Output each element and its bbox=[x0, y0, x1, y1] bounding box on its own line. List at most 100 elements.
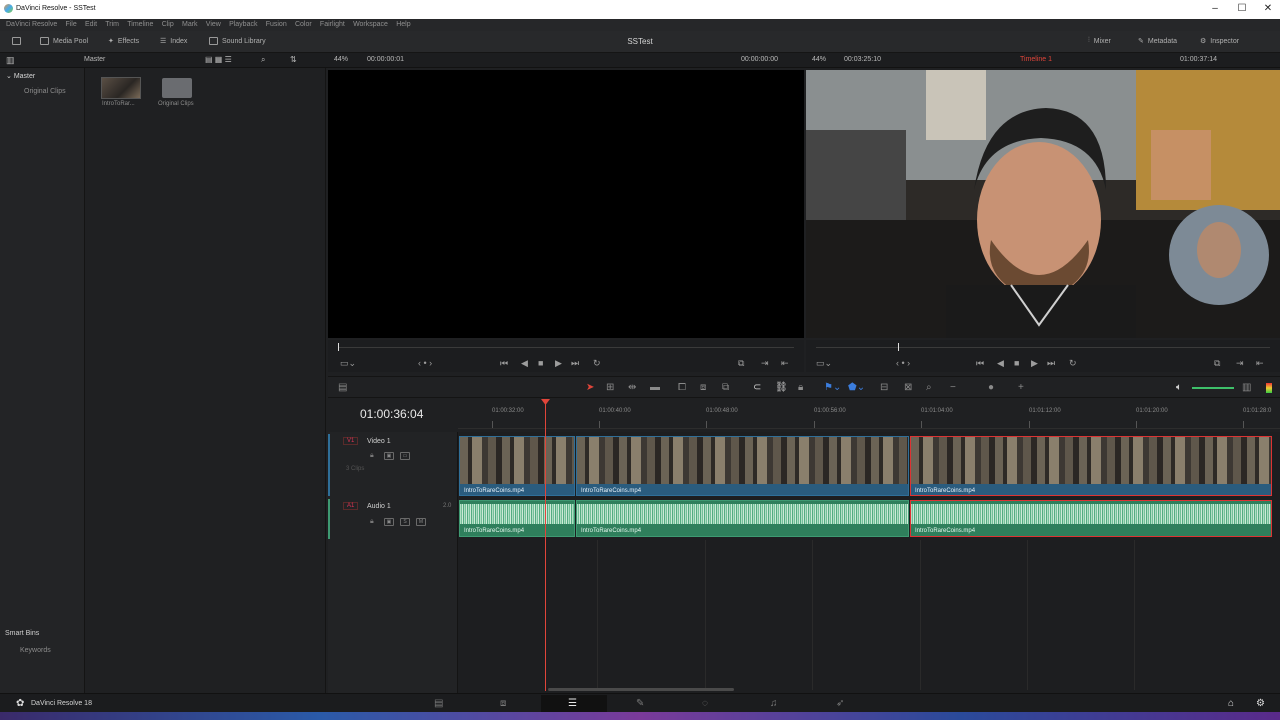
timeline-zoom[interactable]: 44% bbox=[812, 56, 826, 63]
mute-button[interactable]: M bbox=[416, 518, 426, 526]
audio-track-tag[interactable]: A1 bbox=[343, 502, 359, 510]
view-mode-icons[interactable]: ▤ ▦ ☰ bbox=[205, 55, 232, 64]
audio-clip[interactable]: IntroToRareCoins.mp4 bbox=[576, 500, 909, 537]
dynamic-trim-icon[interactable]: ⇹ bbox=[628, 382, 636, 393]
clip-thumbnail[interactable] bbox=[101, 77, 141, 99]
auto-select-icon[interactable]: ▣ bbox=[384, 518, 394, 526]
menu-fairlight[interactable]: Fairlight bbox=[320, 19, 345, 31]
menu-file[interactable]: File bbox=[65, 19, 76, 31]
monitor-icon[interactable] bbox=[12, 37, 21, 45]
smart-bin-keywords[interactable]: Keywords bbox=[20, 647, 51, 654]
menu-playback[interactable]: Playback bbox=[229, 19, 257, 31]
media-pool-button[interactable]: Media Pool bbox=[40, 37, 88, 45]
minimize-icon[interactable]: – bbox=[1202, 2, 1228, 16]
go-to-start-icon[interactable]: ⏮ bbox=[500, 358, 508, 369]
menu-color[interactable]: Color bbox=[295, 19, 312, 31]
menu-workspace[interactable]: Workspace bbox=[353, 19, 388, 31]
color-page-icon[interactable]: ◌ bbox=[702, 698, 708, 709]
timeline-scrubber[interactable] bbox=[806, 340, 1280, 354]
zoom-in-icon[interactable]: + bbox=[1018, 382, 1024, 393]
sound-library-button[interactable]: Sound Library bbox=[209, 37, 266, 45]
zoom-detail-icon[interactable]: ⊠ bbox=[904, 382, 912, 393]
menu-timeline[interactable]: Timeline bbox=[127, 19, 153, 31]
mark-in-icon[interactable]: ⇥ bbox=[761, 358, 769, 369]
home-icon[interactable]: ⌂ bbox=[1228, 698, 1234, 709]
play-reverse-icon[interactable]: ◀ bbox=[997, 358, 1004, 369]
audio-clip-selected[interactable]: IntroToRareCoins.mp4 bbox=[910, 500, 1272, 537]
menu-trim[interactable]: Trim bbox=[105, 19, 119, 31]
stop-icon[interactable]: ■ bbox=[538, 358, 543, 368]
index-button[interactable]: ☰ Index bbox=[160, 37, 187, 46]
marker-icon[interactable]: ⬟⌄ bbox=[848, 382, 865, 393]
timeline-view-icon[interactable]: ▤ bbox=[338, 382, 347, 393]
mark-in-icon[interactable]: ⇥ bbox=[1236, 358, 1244, 369]
viewer-options-icon[interactable]: ▭⌄ bbox=[816, 358, 832, 369]
video-track-tag[interactable]: V1 bbox=[343, 437, 359, 445]
play-icon[interactable]: ▶ bbox=[1031, 358, 1038, 369]
effects-button[interactable]: ✦ Effects bbox=[108, 37, 139, 46]
match-frame-icon[interactable]: ⧉ bbox=[1214, 358, 1220, 369]
menu-view[interactable]: View bbox=[206, 19, 221, 31]
go-to-start-icon[interactable]: ⏮ bbox=[976, 358, 984, 369]
fusion-page-icon[interactable]: ✎ bbox=[636, 698, 644, 709]
go-to-end-icon[interactable]: ⏭ bbox=[1047, 358, 1055, 369]
settings-gear-icon[interactable]: ⚙ bbox=[1256, 698, 1265, 709]
match-frame-icon[interactable]: ⧉ bbox=[738, 358, 744, 369]
auto-select-icon[interactable]: ▣ bbox=[384, 452, 394, 460]
menu-mark[interactable]: Mark bbox=[182, 19, 198, 31]
menu-clip[interactable]: Clip bbox=[162, 19, 174, 31]
jog-icon[interactable]: ‹ • › bbox=[418, 358, 432, 368]
video-clip[interactable]: IntroToRareCoins.mp4 bbox=[576, 436, 909, 496]
search-icon[interactable]: ⌕ bbox=[261, 55, 265, 65]
insert-clip-icon[interactable]: ⧠ bbox=[678, 382, 686, 393]
menu-edit[interactable]: Edit bbox=[85, 19, 97, 31]
media-page-icon[interactable]: ▤ bbox=[434, 698, 443, 709]
timeline-current-timecode[interactable]: 01:00:36:04 bbox=[360, 407, 423, 421]
lock-track-icon[interactable]: 🔒︎ bbox=[370, 452, 374, 460]
lock-icon[interactable]: 🔒︎ bbox=[798, 382, 803, 393]
source-viewer[interactable] bbox=[328, 70, 804, 338]
timeline-name[interactable]: Timeline 1 bbox=[1020, 56, 1052, 63]
timeline-viewer[interactable] bbox=[806, 70, 1280, 338]
go-to-end-icon[interactable]: ⏭ bbox=[571, 358, 579, 369]
disable-track-icon[interactable]: ▭ bbox=[400, 452, 410, 460]
close-icon[interactable]: ✕ bbox=[1255, 2, 1280, 16]
menu-fusion[interactable]: Fusion bbox=[266, 19, 287, 31]
menu-davinci[interactable]: DaVinci Resolve bbox=[6, 19, 57, 31]
inspector-button[interactable]: ⚙ Inspector bbox=[1200, 37, 1239, 46]
timeline-ruler[interactable]: 01:00:32:00 01:00:40:00 01:00:48:00 01:0… bbox=[458, 399, 1280, 429]
bin-master[interactable]: ⌄ Master bbox=[6, 72, 35, 80]
maximize-icon[interactable]: ☐ bbox=[1229, 2, 1255, 16]
overwrite-clip-icon[interactable]: ⧈ bbox=[700, 382, 706, 393]
cut-page-icon[interactable]: ⧈ bbox=[500, 698, 506, 709]
metadata-button[interactable]: ✎ Metadata bbox=[1138, 37, 1177, 46]
viewer-options-icon[interactable]: ▭⌄ bbox=[340, 358, 356, 369]
solo-button[interactable]: S bbox=[400, 518, 410, 526]
stop-icon[interactable]: ■ bbox=[1014, 358, 1019, 368]
mark-out-icon[interactable]: ⇤ bbox=[781, 358, 789, 369]
snapping-icon[interactable]: ⊂ bbox=[753, 382, 761, 393]
jog-icon[interactable]: ‹ • › bbox=[896, 358, 910, 368]
replace-clip-icon[interactable]: ⧉ bbox=[722, 382, 729, 393]
trim-tool-icon[interactable]: ⊞ bbox=[606, 382, 614, 393]
bin-original-clips[interactable]: Original Clips bbox=[24, 88, 66, 95]
menu-help[interactable]: Help bbox=[396, 19, 410, 31]
fairlight-page-icon[interactable]: ♫ bbox=[770, 698, 778, 709]
folder-icon[interactable] bbox=[162, 78, 192, 98]
zoom-slider-handle[interactable]: ● bbox=[988, 382, 994, 393]
mixer-button[interactable]: ⫶ Mixer bbox=[1088, 37, 1111, 45]
play-reverse-icon[interactable]: ◀ bbox=[521, 358, 528, 369]
video-clip-selected[interactable]: IntroToRareCoins.mp4 bbox=[910, 436, 1272, 496]
playhead[interactable] bbox=[545, 400, 546, 691]
zoom-full-icon[interactable]: ⊟ bbox=[880, 382, 888, 393]
panel-toggle-icon[interactable]: ▥ bbox=[6, 55, 15, 66]
loop-icon[interactable]: ↻ bbox=[593, 358, 601, 369]
lock-track-icon[interactable]: 🔒︎ bbox=[370, 518, 374, 526]
audio-meter-icon[interactable]: ▥ bbox=[1242, 382, 1251, 393]
selection-tool-icon[interactable]: ➤ bbox=[586, 382, 594, 393]
loop-icon[interactable]: ↻ bbox=[1069, 358, 1077, 369]
link-icon[interactable]: ⛓ bbox=[775, 382, 788, 393]
play-icon[interactable]: ▶ bbox=[555, 358, 562, 369]
source-zoom[interactable]: 44% bbox=[334, 56, 348, 63]
zoom-out-icon[interactable]: − bbox=[950, 382, 956, 393]
